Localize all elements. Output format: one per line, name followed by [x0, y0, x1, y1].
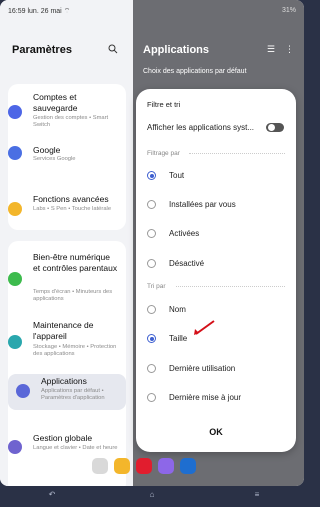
status-bar: 16:59 lun. 26 mai ⌔ 31% [0, 0, 304, 28]
navigation-bar: ↶ ⌂ ≡ [0, 488, 304, 507]
app-grid-icon[interactable] [92, 458, 108, 474]
account-icon [8, 105, 22, 119]
filter-sort-icon[interactable]: ☰ [267, 44, 275, 55]
setting-maintenance[interactable]: Maintenance de l'appareil Stockage • Mém… [8, 320, 116, 364]
google-icon [8, 146, 22, 160]
applications-subtitle: Choix des applications par défaut [143, 68, 247, 75]
advanced-icon [8, 202, 22, 216]
ok-button[interactable]: OK [194, 427, 238, 443]
files-icon[interactable] [114, 458, 130, 474]
setting-advanced[interactable]: Fonctions avancées Labs • S Pen • Touche… [8, 194, 114, 224]
status-date: lun. 26 mai [27, 8, 62, 15]
home-icon[interactable]: ⌂ [145, 490, 159, 499]
setting-wellbeing[interactable]: Bien-être numérique et contrôles parenta… [8, 252, 117, 310]
sort-option-last-updated[interactable]: Dernière mise à jour [147, 393, 285, 405]
edge-icon[interactable] [180, 458, 196, 474]
red-arrow-annotation-icon [194, 320, 215, 335]
battery-text: 31% [281, 7, 296, 14]
general-icon [8, 440, 22, 454]
back-icon[interactable]: ↶ [45, 490, 59, 499]
recent-apps-icon[interactable]: ≡ [250, 490, 264, 499]
sort-section-label: Tri par [147, 283, 166, 290]
settings-pane: Paramètres Comptes et sauvegarde Gestion… [0, 28, 133, 486]
dialog-title: Filtre et tri [147, 100, 181, 109]
device-screen: 16:59 lun. 26 mai ⌔ 31% Paramètres Compt… [0, 0, 304, 486]
wellbeing-icon [8, 272, 22, 286]
app-dock [92, 458, 214, 476]
applications-title: Applications [143, 44, 210, 56]
filter-option-enabled[interactable]: Activées [147, 229, 285, 241]
filter-section-label: Filtrage par [147, 150, 180, 157]
filter-option-tout[interactable]: Tout [147, 171, 285, 183]
apps-icon [16, 384, 30, 398]
setting-comptes[interactable]: Comptes et sauvegarde Gestion des compte… [8, 92, 114, 132]
show-system-apps-toggle[interactable] [266, 123, 284, 132]
maintenance-icon [8, 335, 22, 349]
setting-google[interactable]: Google Services Google [8, 144, 114, 170]
media-icon[interactable] [136, 458, 152, 474]
filter-sort-dialog: Filtre et tri Afficher les applications … [136, 89, 296, 452]
filter-option-installed[interactable]: Installées par vous [147, 200, 285, 212]
sort-option-name[interactable]: Nom [147, 305, 285, 317]
sort-option-size[interactable]: Taille [147, 334, 285, 346]
page-title: Paramètres [12, 44, 72, 56]
filter-option-disabled[interactable]: Désactivé [147, 259, 285, 271]
setting-applications[interactable]: Applications Applications par défaut • P… [8, 374, 126, 410]
show-system-apps-label: Afficher les applications syst... [147, 123, 255, 132]
search-icon[interactable] [108, 44, 118, 54]
status-time: 16:59 [8, 8, 26, 15]
wifi-icon: ⌔ [63, 8, 71, 15]
more-options-icon[interactable]: ⋮ [285, 44, 294, 55]
music-icon[interactable] [158, 458, 174, 474]
sort-option-last-used[interactable]: Dernière utilisation [147, 364, 285, 376]
